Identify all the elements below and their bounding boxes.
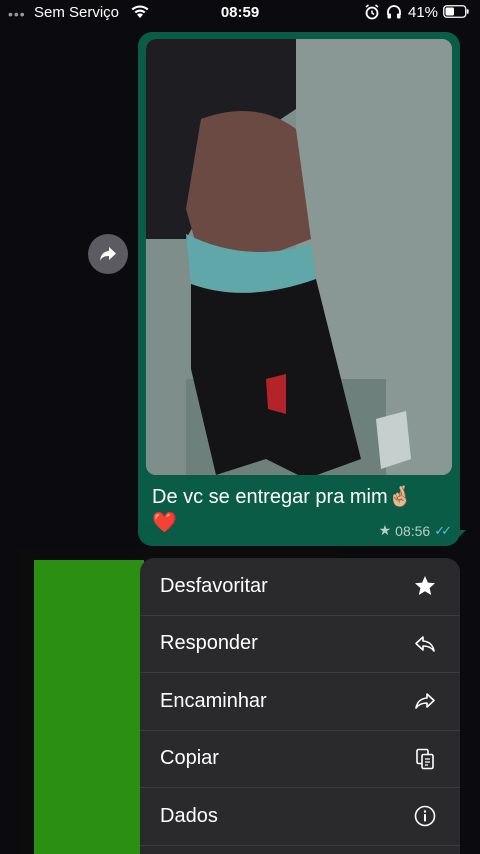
message-photo[interactable] bbox=[146, 39, 452, 475]
menu-item-forward[interactable]: Encaminhar bbox=[140, 673, 460, 731]
menu-item-info[interactable]: Dados bbox=[140, 788, 460, 846]
menu-item-label: Dados bbox=[160, 804, 218, 827]
preview-green-area bbox=[34, 560, 144, 854]
context-menu: Desfavoritar Responder Encaminhar Copiar… bbox=[140, 558, 460, 854]
message-meta: ★ 08:56 ✓✓ bbox=[378, 522, 452, 539]
alarm-icon bbox=[365, 4, 379, 20]
message-time: 08:56 bbox=[395, 522, 431, 539]
battery-icon bbox=[443, 5, 469, 18]
forward-icon bbox=[412, 688, 438, 714]
menu-item-label: Responder bbox=[160, 632, 258, 655]
forward-button[interactable] bbox=[88, 234, 128, 274]
menu-item-label: Desfavoritar bbox=[160, 574, 268, 597]
menu-item-reply[interactable]: Responder bbox=[140, 616, 460, 673]
message-bubble[interactable]: De vc se entregar pra mim🤞🏼 ❤️ ★ 08:56 ✓… bbox=[138, 32, 460, 546]
status-bar: ••• Sem Serviço 08:59 41% bbox=[0, 0, 480, 26]
info-icon bbox=[412, 803, 438, 829]
menu-item-label: Copiar bbox=[160, 747, 219, 770]
photo-content bbox=[146, 39, 452, 475]
bubble-tail bbox=[452, 530, 466, 544]
forward-arrow-icon bbox=[100, 247, 116, 261]
battery-percentage: 41% bbox=[408, 4, 439, 21]
caption-text: De vc se entregar pra mim🤞🏼 bbox=[152, 486, 413, 508]
read-ticks-icon: ✓✓ bbox=[434, 522, 452, 538]
menu-item-unstar[interactable]: Desfavoritar bbox=[140, 558, 460, 616]
menu-item-label: Encaminhar bbox=[160, 689, 267, 712]
heart-emoji: ❤️ bbox=[152, 512, 177, 534]
menu-item-copy[interactable]: Copiar bbox=[140, 731, 460, 788]
star-icon: ★ bbox=[378, 522, 392, 538]
star-filled-icon bbox=[412, 573, 438, 599]
copy-icon bbox=[412, 746, 438, 772]
headphones-icon bbox=[387, 5, 401, 19]
reply-icon bbox=[412, 631, 438, 657]
